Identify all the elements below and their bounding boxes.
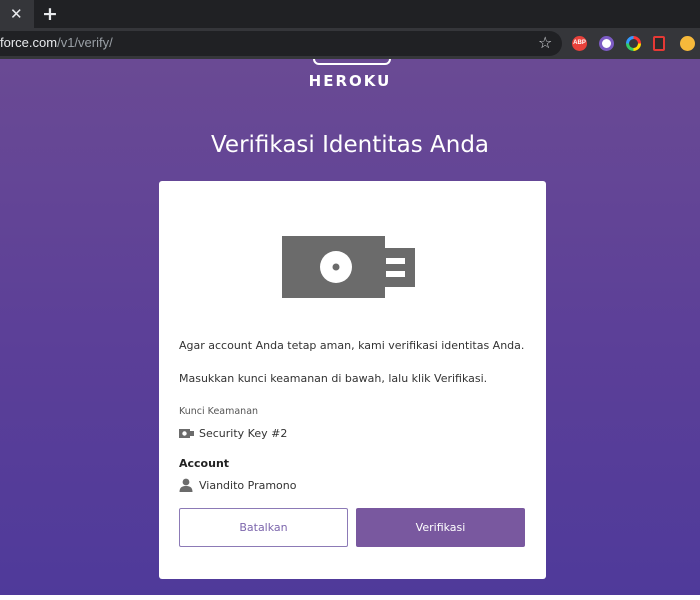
url-path: /v1/verify/: [57, 35, 113, 50]
heroku-logo: HEROKU: [308, 72, 392, 90]
account-label: Account: [179, 457, 230, 470]
orange-extension-icon[interactable]: [680, 36, 695, 51]
account-row: Viandito Pramono: [179, 478, 296, 492]
page-bottom-strip: [0, 595, 700, 600]
page-background: HEROKU Verifikasi Identitas Anda Agar ac…: [0, 59, 700, 595]
heroku-logo-frame: [313, 59, 391, 65]
instruction-text: Masukkan kunci keamanan di bawah, lalu k…: [179, 372, 488, 385]
cancel-button[interactable]: Batalkan: [179, 508, 348, 547]
adblock-plus-icon[interactable]: ABP: [572, 36, 587, 51]
purple-extension-icon[interactable]: [599, 36, 614, 51]
address-bar-url[interactable]: force.com/v1/verify/: [0, 33, 113, 53]
bookmark-star-icon[interactable]: ☆: [538, 33, 552, 53]
verification-card: Agar account Anda tetap aman, kami verif…: [159, 181, 546, 579]
document-extension-icon[interactable]: [653, 36, 665, 51]
color-ring-extension-icon[interactable]: [626, 36, 641, 51]
close-tab-icon[interactable]: ✕: [10, 4, 23, 24]
person-icon: [179, 478, 193, 492]
security-key-row: Security Key #2: [179, 427, 287, 440]
security-key-name: Security Key #2: [199, 427, 288, 440]
browser-tab-strip: ✕ +: [0, 0, 700, 28]
url-host: force.com: [0, 35, 58, 50]
intro-text: Agar account Anda tetap aman, kami verif…: [179, 339, 525, 352]
account-name: Viandito Pramono: [199, 478, 297, 492]
new-tab-button[interactable]: +: [42, 3, 58, 25]
security-key-icon: [282, 236, 415, 298]
security-key-small-icon: [179, 429, 194, 438]
verify-button[interactable]: Verifikasi: [356, 508, 525, 547]
security-key-label: Kunci Keamanan: [179, 406, 259, 417]
page-title: Verifikasi Identitas Anda: [210, 132, 490, 158]
browser-tab[interactable]: ✕: [0, 0, 34, 28]
